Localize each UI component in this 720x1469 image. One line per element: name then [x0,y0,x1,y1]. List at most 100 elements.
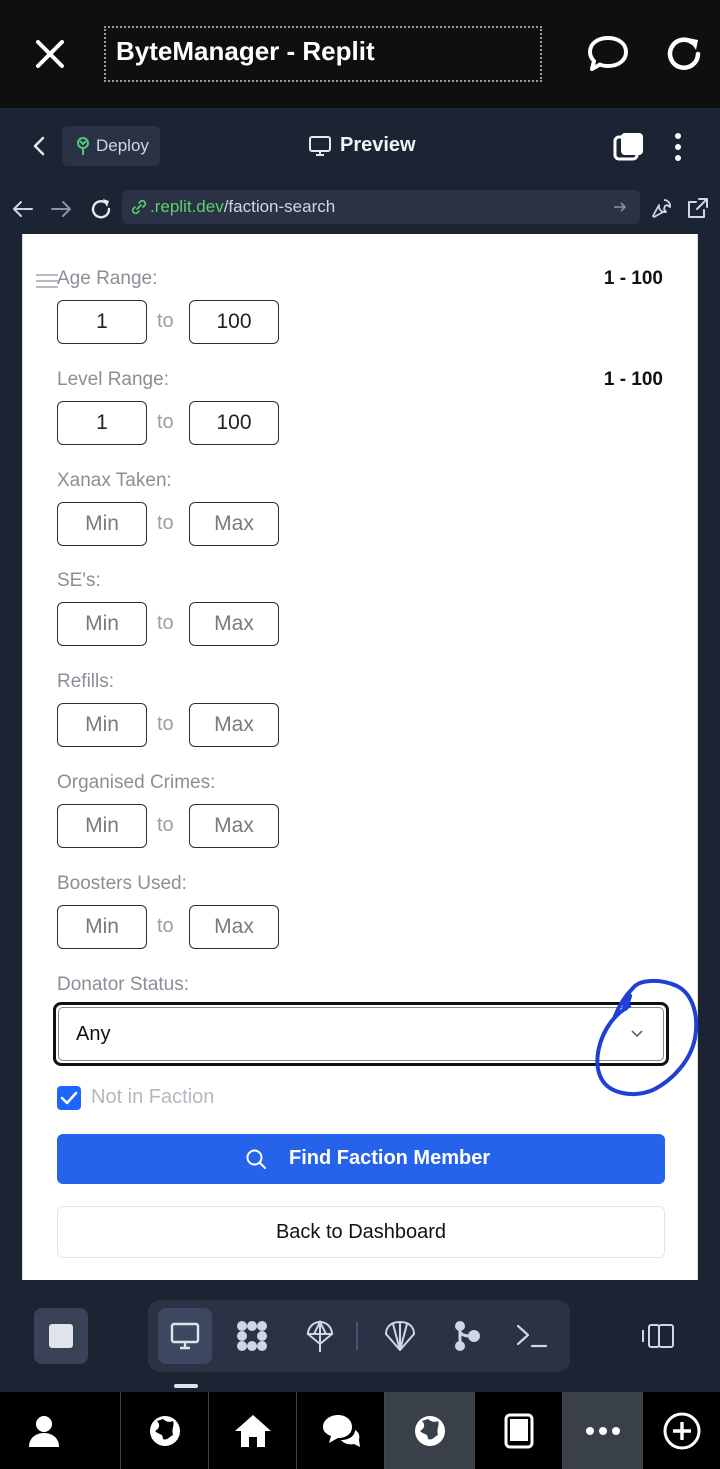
close-icon[interactable] [30,34,70,74]
back-to-dashboard-button[interactable]: Back to Dashboard [57,1206,665,1258]
globe-icon [414,1415,445,1446]
crimes-label: Organised Crimes: [57,772,216,793]
find-faction-member-button[interactable]: Find Faction Member [57,1134,665,1184]
url-bar[interactable]: .replit.dev/faction-search [122,190,640,224]
to-label: to [157,814,174,836]
tool-group [148,1300,570,1372]
se-min-input[interactable]: Min [57,602,147,646]
tablet-icon [504,1413,533,1448]
reload-icon[interactable] [660,30,708,78]
stop-icon [49,1324,73,1348]
boosters-max-input[interactable]: Max [189,905,279,949]
add-tab[interactable] [642,1392,720,1469]
link-icon [131,199,147,215]
more-icon [585,1426,620,1435]
handdrawn-circle-annotation [595,979,699,1096]
donator-label: Donator Status: [57,974,190,995]
chat-icon [322,1414,360,1447]
boosters-min-input[interactable]: Min [57,905,147,949]
globe-icon [149,1415,180,1446]
bottom-navigation [0,1392,720,1469]
to-label: to [157,512,174,534]
find-button-label: Find Faction Member [289,1147,491,1169]
url-domain: .replit.dev [150,197,224,216]
deploy-button[interactable]: Deploy [62,126,160,166]
age-min-input[interactable]: 1 [57,300,147,344]
git-icon[interactable] [448,1318,484,1354]
chevron-left-icon[interactable] [28,134,52,158]
refills-min-input[interactable]: Min [57,703,147,747]
shell-icon[interactable] [382,1318,418,1354]
se-max-input[interactable]: Max [189,602,279,646]
check-icon [60,1091,78,1105]
window-title: ByteManager - Replit [116,36,375,66]
panel-toggle-icon[interactable] [640,1322,676,1350]
arrow-right-icon[interactable] [48,196,74,222]
crimes-max-input[interactable]: Max [189,804,279,848]
age-range-value: 1 - 100 [603,268,663,289]
donator-status-value: Any [76,1023,111,1045]
refills-max-input[interactable]: Max [189,703,279,747]
active-tab-indicator [174,1384,198,1388]
home-tab[interactable] [208,1392,296,1469]
chat-bubble-icon[interactable] [584,30,632,78]
level-range-label: Level Range: [57,369,169,390]
more-vertical-icon[interactable] [668,130,688,164]
level-range-value: 1 - 100 [603,369,663,390]
deploy-icon [77,137,89,155]
not-in-faction-checkbox[interactable] [57,1086,81,1110]
not-in-faction-label: Not in Faction [91,1086,215,1108]
replit-toolbar [0,1280,720,1392]
home-icon [234,1414,271,1447]
xanax-min-input[interactable]: Min [57,502,147,546]
globe-tab-active[interactable] [384,1392,474,1469]
external-link-icon[interactable] [686,196,710,220]
refresh-icon[interactable] [88,196,114,222]
preview-tool-active[interactable] [158,1308,212,1364]
globe-tab[interactable] [120,1392,208,1469]
menu-icon[interactable] [35,272,59,290]
search-icon [246,1149,266,1169]
faction-search-form: Age Range: 1 - 100 1 to 100 Level Range:… [22,234,699,1280]
to-label: to [157,612,174,634]
to-label: to [157,310,174,332]
preview-area: Age Range: 1 - 100 1 to 100 Level Range:… [0,234,720,1280]
refills-label: Refills: [57,671,115,692]
monitor-icon [309,136,331,156]
browser-top-bar: ByteManager - Replit [0,0,720,108]
preview-monitor-icon [170,1322,200,1350]
deploy-label: Deploy [96,136,149,155]
chat-tab[interactable] [296,1392,384,1469]
workspace-icon[interactable] [234,1318,270,1354]
console-icon[interactable] [514,1318,550,1354]
add-icon [663,1412,700,1449]
to-label: to [157,713,174,735]
level-max-input[interactable]: 100 [189,401,279,445]
level-min-input[interactable]: 1 [57,401,147,445]
boosters-label: Boosters Used: [57,873,187,894]
replit-header: Deploy Preview .replit.dev/faction-searc… [0,108,720,234]
wrench-icon[interactable] [650,196,674,220]
age-max-input[interactable]: 100 [189,300,279,344]
deploy-icon[interactable] [302,1318,338,1354]
profile-tab[interactable] [0,1392,88,1469]
crimes-min-input[interactable]: Min [57,804,147,848]
se-label: SE's: [57,570,101,591]
url-row: .replit.dev/faction-search [0,188,720,234]
to-label: to [157,411,174,433]
xanax-label: Xanax Taken: [57,470,172,491]
url-text: .replit.dev/faction-search [150,197,335,217]
age-range-label: Age Range: [57,268,158,289]
stop-button[interactable] [34,1308,88,1364]
tabs-icon[interactable] [612,130,646,164]
profile-icon [29,1415,59,1447]
more-tab[interactable] [562,1392,642,1469]
arrow-right-icon[interactable] [612,199,628,215]
back-button-label: Back to Dashboard [275,1221,447,1243]
preview-title: Preview [340,134,416,156]
xanax-max-input[interactable]: Max [189,502,279,546]
toolbar-divider [356,1322,358,1350]
url-path: /faction-search [223,197,336,216]
arrow-left-icon[interactable] [10,196,36,222]
tablet-tab[interactable] [474,1392,562,1469]
